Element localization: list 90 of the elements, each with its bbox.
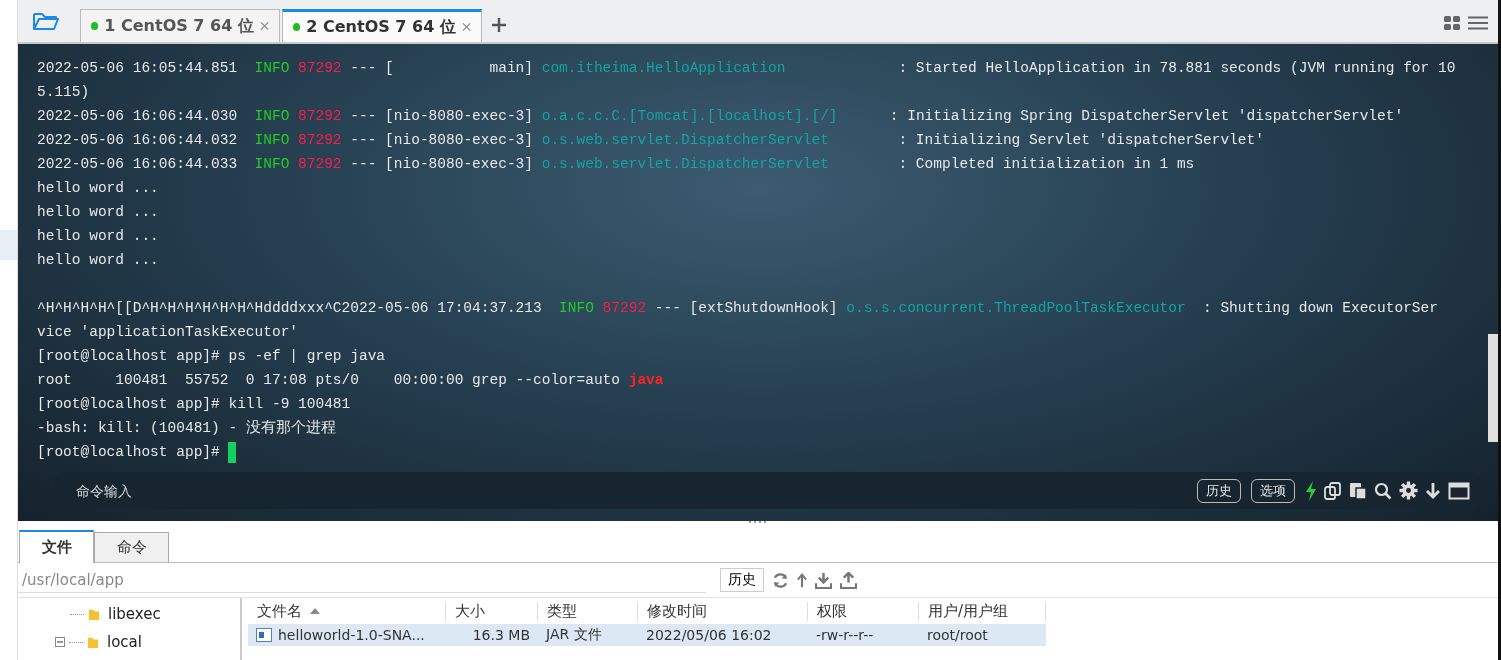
terminal-text: --- [ main] xyxy=(349,59,534,78)
tree-item[interactable]: local xyxy=(107,633,142,651)
terminal-text: --- [nio-8080-exec-3] xyxy=(349,107,534,126)
lightning-icon[interactable] xyxy=(1305,480,1317,501)
toolbar-button[interactable]: 选项 xyxy=(1251,478,1295,503)
terminal-text: 5.115) xyxy=(37,83,90,102)
column-header[interactable]: 类型 xyxy=(538,601,638,621)
terminal-text: --- [nio-8080-exec-3] xyxy=(349,155,534,174)
terminal-text: INFO xyxy=(254,131,290,150)
terminal-text: ^H^H^H^H^[[D^H^H^H^H^H^H^Hddddxxx^C2022-05-06 17:04:37.213 xyxy=(37,299,543,318)
terminal-text: [root@localhost app]# kill -9 100481 xyxy=(37,395,351,414)
terminal-text: : Initializing Spring DispatcherServlet 'dispatcherServlet' xyxy=(888,107,1404,126)
terminal-text: com.itheima.HelloApplication xyxy=(541,59,786,78)
terminal-text: : Shutting down ExecutorSer xyxy=(1202,299,1438,318)
close-icon[interactable] xyxy=(461,22,471,32)
terminal-text: --- [extShutdownHook] xyxy=(653,299,839,318)
close-icon[interactable] xyxy=(259,21,269,31)
terminal-text: hello word ... xyxy=(37,203,159,222)
tree-item[interactable]: libexec xyxy=(108,605,161,623)
terminal-text: 87292 xyxy=(298,107,342,126)
add-tab-icon[interactable] xyxy=(492,18,506,32)
file-icon xyxy=(256,628,272,642)
paste-icon[interactable] xyxy=(1349,481,1367,500)
tab-label: 1 CentOS 7 64 位 xyxy=(104,15,254,37)
splitter-handle[interactable] xyxy=(748,521,768,524)
terminal-text: 2022-05-06 16:06:44.033 xyxy=(37,155,239,174)
search-icon[interactable] xyxy=(1374,481,1392,500)
terminal-text: java xyxy=(628,371,664,390)
terminal-text: INFO xyxy=(254,155,290,174)
terminal-text: 2022-05-06 16:05:44.851 xyxy=(37,59,239,78)
history-button[interactable]: 历史 xyxy=(720,568,764,592)
session-tab[interactable]: 2 CentOS 7 64 位 xyxy=(282,9,482,42)
toolbar-button[interactable]: 历史 xyxy=(1197,478,1241,503)
terminal-text: INFO xyxy=(254,107,290,126)
terminal-text: root 100481 55752 0 17:08 pts/0 00:00:00 grep --color=auto xyxy=(37,371,621,390)
terminal-text: 2022-05-06 16:06:44.030 xyxy=(37,107,239,126)
collapse-icon[interactable] xyxy=(55,637,65,647)
panel-tab[interactable]: 命令 xyxy=(94,532,169,562)
terminal-text: : Started HelloApplication in 78.881 seconds (JVM running for 10 xyxy=(897,59,1456,78)
column-header[interactable]: 修改时间 xyxy=(638,601,808,621)
terminal-text: --- [nio-8080-exec-3] xyxy=(349,131,534,150)
terminal-text: : Initializing Servlet 'dispatcherServlet' xyxy=(897,131,1264,150)
table-cell: root/root xyxy=(927,627,988,643)
terminal-text: 87292 xyxy=(298,131,342,150)
menu-icon[interactable] xyxy=(1468,16,1488,30)
sort-arrow-icon[interactable] xyxy=(310,608,320,614)
file-row[interactable]: helloworld-1.0-SNA... 16.3 MB JAR 文件 2022/05/06 16:02 -rw-r--r-- root/root xyxy=(248,624,1046,646)
terminal-text: hello word ... xyxy=(37,179,159,198)
table-cell: helloworld-1.0-SNA... xyxy=(278,627,425,643)
terminal-text: o.a.c.c.C.[Tomcat].[localhost].[/] xyxy=(541,107,838,126)
tab-label: 2 CentOS 7 64 位 xyxy=(306,16,456,38)
terminal-text: o.s.web.servlet.DispatcherServlet xyxy=(541,155,829,174)
terminal-text: 87292 xyxy=(602,299,647,318)
table-cell: JAR 文件 xyxy=(546,626,602,644)
column-header[interactable]: 用户/用户组 xyxy=(919,601,1046,621)
download-icon[interactable] xyxy=(815,571,832,589)
terminal-text: [root@localhost app]# xyxy=(37,443,221,462)
column-header[interactable]: 大小 xyxy=(446,601,538,621)
column-header[interactable]: 权限 xyxy=(808,601,919,621)
terminal-text: 2022-05-06 16:06:44.032 xyxy=(37,131,239,150)
terminal-text: INFO xyxy=(254,59,290,78)
upload-icon[interactable] xyxy=(840,571,857,589)
terminal-text: vice 'applicationTaskExecutor' xyxy=(37,323,299,342)
terminal-text: INFO xyxy=(559,299,594,318)
session-tab[interactable]: 1 CentOS 7 64 位 xyxy=(80,9,280,42)
terminal-text: hello word ... xyxy=(37,251,159,270)
folder-icon[interactable] xyxy=(32,10,60,32)
terminal-text: 87292 xyxy=(298,155,342,174)
terminal-text: -bash: kill: (100481) - 没有那个进程 xyxy=(37,418,336,438)
refresh-icon[interactable] xyxy=(772,571,789,589)
table-cell: -rw-r--r-- xyxy=(816,627,874,643)
grid-icon[interactable] xyxy=(1444,16,1460,30)
terminal-text: 87292 xyxy=(298,59,342,78)
column-header[interactable]: 文件名 xyxy=(248,601,446,621)
table-cell: 16.3 MB xyxy=(472,627,530,643)
terminal-text: [root@localhost app]# ps -ef | grep java xyxy=(37,347,386,366)
copy-icon[interactable] xyxy=(1324,481,1342,500)
scrollbar-thumb[interactable] xyxy=(1488,334,1498,442)
down-arrow-icon[interactable] xyxy=(1425,481,1441,500)
settings-icon[interactable] xyxy=(1399,481,1418,500)
terminal-text: : Completed initialization in 1 ms xyxy=(897,155,1195,174)
table-cell: 2022/05/06 16:02 xyxy=(646,627,772,643)
panel-tab[interactable]: 文件 xyxy=(19,530,94,563)
command-input[interactable]: 命令输入 xyxy=(74,481,1197,500)
terminal-text: hello word ... xyxy=(37,227,159,246)
terminal-text: o.s.s.concurrent.ThreadPoolTaskExecutor xyxy=(846,299,1186,318)
command-field[interactable]: 命令输入 xyxy=(54,472,1197,509)
terminal-text: o.s.web.servlet.DispatcherServlet xyxy=(541,131,829,150)
up-arrow-icon[interactable] xyxy=(797,571,807,589)
window-icon[interactable] xyxy=(1448,481,1470,500)
